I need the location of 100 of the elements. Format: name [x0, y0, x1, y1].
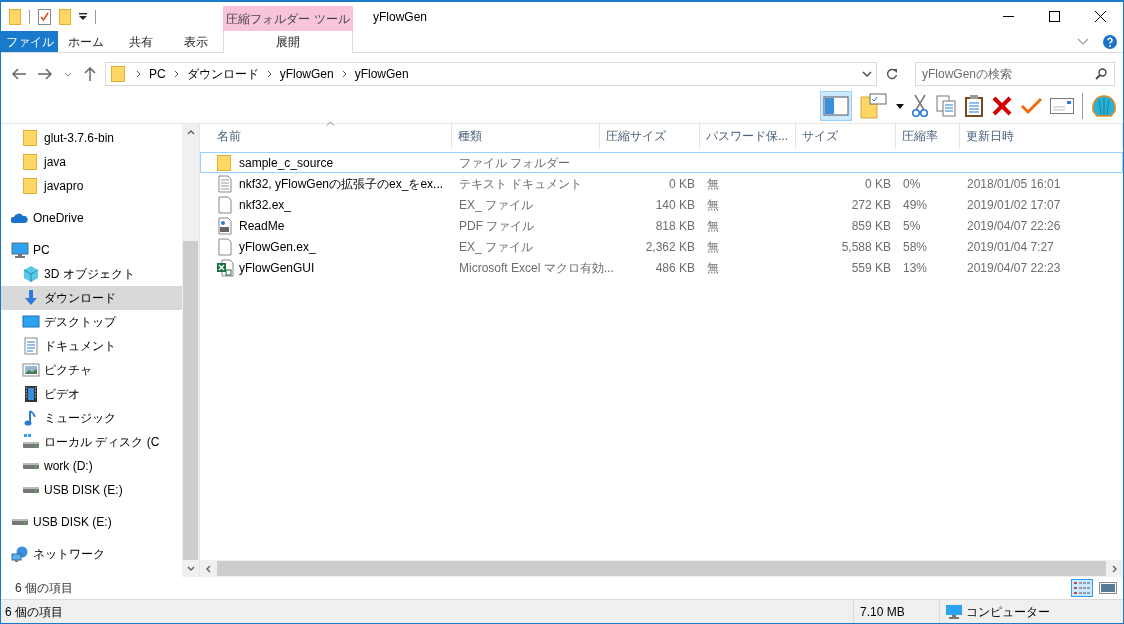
cut-icon[interactable]: [912, 94, 928, 118]
breadcrumb-item[interactable]: ダウンロード: [186, 65, 259, 83]
text-document-icon: [216, 174, 234, 193]
copy-icon[interactable]: [936, 95, 956, 117]
table-cell-text: 13%: [903, 259, 928, 277]
window-title: yFlowGen: [372, 8, 428, 26]
chevron-icon: [173, 70, 179, 78]
table-cell-text: 140 KB: [655, 196, 695, 214]
nav-item[interactable]: ドキュメント: [1, 334, 182, 358]
location-label: コンピューター: [966, 603, 1050, 621]
scrollbar-thumb[interactable]: [217, 561, 1106, 576]
checkmark-icon[interactable]: [1020, 97, 1042, 115]
chevron-down-icon[interactable]: [1077, 38, 1089, 46]
cube-icon: [22, 265, 40, 283]
file-row[interactable]: nkf32.ex_ EX_ ファイル 140 KB 無 272 KB 49% 2019/01/02 17:07: [200, 194, 1123, 215]
table-cell-text: 2019/01/02 17:07: [967, 196, 1061, 214]
table-cell-text: EX_ ファイル: [459, 238, 533, 256]
file-row[interactable]: yFlowGen.ex_ EX_ ファイル 2,362 KB 無 5,588 KB 58% 2019/01/04 7:27: [200, 236, 1123, 257]
nav-item[interactable]: OneDrive: [1, 206, 182, 230]
table-cell-text: 58%: [903, 238, 928, 256]
shell-icon[interactable]: [1091, 94, 1117, 118]
folder-options-icon[interactable]: [860, 93, 888, 119]
up-arrow-icon: [84, 67, 96, 81]
picture-icon: [22, 361, 40, 379]
scrollbar-thumb[interactable]: [183, 241, 198, 560]
ribbon-tab[interactable]: 表示: [168, 31, 223, 52]
scroll-left-icon[interactable]: [206, 564, 211, 573]
breadcrumb-item[interactable]: yFlowGen: [354, 65, 409, 83]
back-button[interactable]: [9, 68, 29, 80]
breadcrumb-item[interactable]: yFlowGen: [279, 65, 334, 83]
large-icons-view-icon: [1099, 581, 1117, 595]
item-count: 6 個の項目: [15, 580, 73, 597]
scroll-right-icon[interactable]: [1112, 564, 1117, 573]
folder-icon: [22, 153, 40, 171]
nav-item[interactable]: glut-3.7.6-bin: [1, 126, 182, 150]
file-row[interactable]: nkf32, yFlowGenの拡張子のex_をex... テキスト ドキュメント 0 KB 無 0 KB 0% 2018/01/05 16:01: [200, 173, 1123, 194]
envelope-icon[interactable]: [1050, 98, 1074, 114]
ribbon-tab[interactable]: 共有: [113, 31, 168, 52]
preview-pane-button[interactable]: [820, 91, 852, 121]
details-view-button[interactable]: [1071, 579, 1093, 597]
chevron-icon: [266, 70, 272, 78]
network-icon: [11, 545, 29, 563]
nav-item[interactable]: javapro: [1, 174, 182, 198]
table-cell-text: 0%: [903, 175, 921, 193]
close-icon: [1094, 11, 1106, 22]
large-icons-view-button[interactable]: [1097, 579, 1119, 597]
nav-item[interactable]: USB DISK (E:): [1, 478, 182, 502]
caret-icon[interactable]: [79, 12, 87, 21]
table-cell-text: 272 KB: [851, 196, 891, 214]
ribbon-tab[interactable]: ホーム: [58, 31, 113, 52]
table-cell-text: 0 KB: [865, 175, 891, 193]
forward-button[interactable]: [35, 68, 55, 80]
nav-item[interactable]: 3D オブジェクト: [1, 262, 182, 286]
table-cell-text: 2019/04/07 22:26: [967, 217, 1061, 235]
file-name: ReadMe: [239, 217, 285, 235]
file-name: yFlowGenGUI: [239, 259, 315, 277]
nav-item[interactable]: ダウンロード: [1, 286, 182, 310]
table-cell-text: 0 KB: [669, 175, 695, 193]
scroll-up-icon[interactable]: [186, 130, 195, 135]
chevron-icon: [136, 70, 141, 78]
nav-item[interactable]: PC: [1, 238, 182, 262]
nav-item[interactable]: USB DISK (E:): [1, 510, 182, 534]
file-icon: [216, 237, 234, 256]
dropdown-icon[interactable]: [862, 71, 872, 77]
file-row[interactable]: yFlowGenGUI Microsoft Excel マクロ有効... 486 KB 無 559 KB 13% 2019/04/07 22:23: [200, 257, 1123, 278]
file-menu-tab[interactable]: ファイル: [1, 31, 58, 52]
folder-icon: [216, 153, 234, 172]
nav-item[interactable]: ローカル ディスク (C: [1, 430, 182, 454]
nav-item[interactable]: java: [1, 150, 182, 174]
file-row[interactable]: sample_c_source ファイル フォルダー: [200, 152, 1123, 173]
drive-icon: [22, 433, 40, 451]
back-arrow-icon: [12, 68, 26, 80]
properties-icon[interactable]: [38, 8, 51, 25]
delete-icon[interactable]: [992, 96, 1012, 116]
paste-icon[interactable]: [964, 94, 984, 118]
table-cell-text: 49%: [903, 196, 928, 214]
table-cell-text: 2,362 KB: [645, 238, 695, 256]
folder-icon: [22, 177, 40, 195]
file-row[interactable]: ReadMe PDF ファイル 818 KB 無 859 KB 5% 2019/04/07 22:26: [200, 215, 1123, 236]
item-count: 6 個の項目: [4, 603, 64, 621]
address-bar[interactable]: PC ダウンロード yFlowGen yFlowGen: [105, 62, 877, 86]
table-cell-text: 859 KB: [851, 217, 891, 235]
breadcrumb-item[interactable]: PC: [149, 65, 166, 83]
document-icon: [22, 337, 40, 355]
search-field[interactable]: yFlowGenの検索: [915, 62, 1115, 86]
nav-item[interactable]: デスクトップ: [1, 310, 182, 334]
nav-item[interactable]: ピクチャ: [1, 358, 182, 382]
nav-item[interactable]: ミュージック: [1, 406, 182, 430]
minimize-icon: [1002, 16, 1014, 17]
scroll-down-icon[interactable]: [186, 566, 195, 571]
file-name: sample_c_source: [239, 154, 334, 172]
caret-icon[interactable]: [896, 103, 904, 109]
nav-item[interactable]: ネットワーク: [1, 542, 182, 566]
spreadsheet-icon: [216, 258, 234, 277]
nav-item[interactable]: ビデオ: [1, 382, 182, 406]
drive-icon: [22, 486, 40, 494]
table-cell-text: PDF ファイル: [459, 217, 535, 235]
desktop-icon: [22, 313, 40, 331]
help-icon[interactable]: [1103, 35, 1117, 49]
nav-item[interactable]: work (D:): [1, 454, 182, 478]
